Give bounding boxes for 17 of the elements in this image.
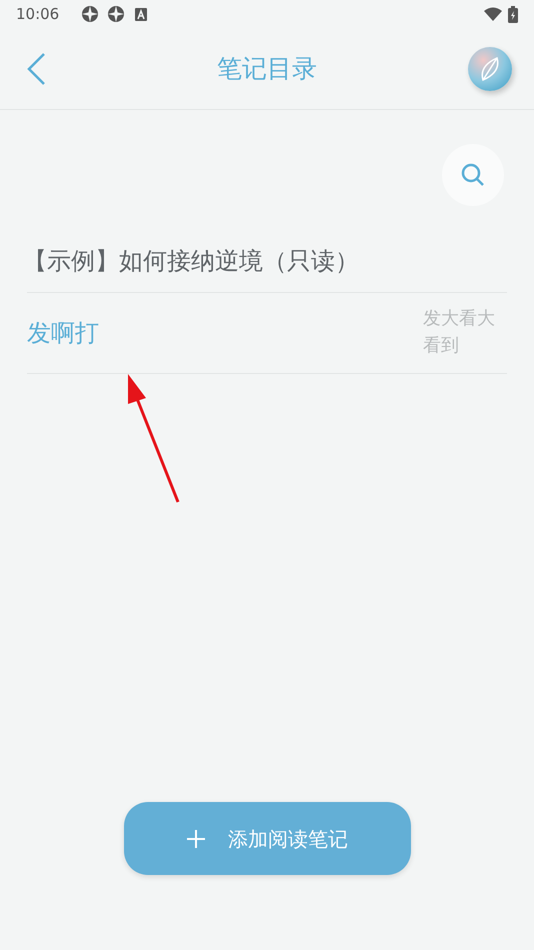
note-title[interactable]: 发啊打 [27, 315, 99, 351]
app-notification-icon [107, 5, 126, 23]
app-notification-icon [81, 5, 100, 23]
add-note-button[interactable]: 添加阅读笔记 [124, 802, 410, 875]
back-icon [26, 52, 46, 86]
font-notification-icon [135, 8, 148, 20]
leaf-button[interactable] [468, 46, 512, 90]
plus-icon [186, 828, 206, 848]
book-title: 【示例】如何接纳逆境（只读） [23, 246, 360, 277]
back-button[interactable] [26, 52, 48, 86]
page-title: 笔记目录 [216, 52, 318, 85]
leaf-icon [479, 56, 501, 82]
wifi-icon [484, 7, 502, 21]
search-icon [460, 162, 486, 188]
note-excerpt: 发大看大看到 [423, 307, 496, 358]
battery-icon [508, 6, 518, 22]
status-time: 10:06 [16, 4, 60, 25]
